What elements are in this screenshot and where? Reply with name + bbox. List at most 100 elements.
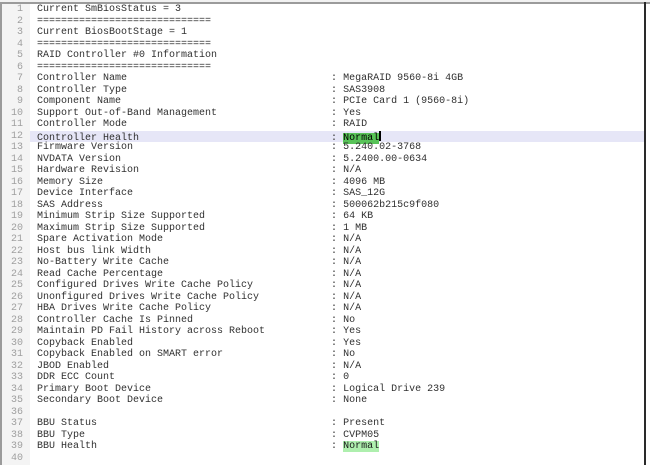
line-number[interactable]: 6: [2, 62, 30, 74]
code-line[interactable]: 25Configured Drives Write Cache Policy :…: [2, 280, 644, 292]
code-line[interactable]: 24Read Cache Percentage : N/A: [2, 269, 644, 281]
line-number[interactable]: 34: [2, 384, 30, 396]
code-line[interactable]: 28Controller Cache Is Pinned : No: [2, 315, 644, 327]
code-line[interactable]: 22Host bus link Width : N/A: [2, 246, 644, 258]
line-number[interactable]: 35: [2, 395, 30, 407]
line-number[interactable]: 39: [2, 441, 30, 453]
line-number[interactable]: 13: [2, 142, 30, 154]
line-number[interactable]: 38: [2, 430, 30, 442]
line-text: =============================: [30, 62, 644, 74]
code-line[interactable]: 35Secondary Boot Device : None: [2, 395, 644, 407]
code-line[interactable]: 1Current SmBiosStatus = 3: [2, 4, 644, 16]
code-line[interactable]: 7Controller Name : MegaRAID 9560-8i 4GB: [2, 73, 644, 85]
code-line[interactable]: 15Hardware Revision : N/A: [2, 165, 644, 177]
line-number[interactable]: 24: [2, 269, 30, 281]
line-number[interactable]: 28: [2, 315, 30, 327]
line-number[interactable]: 22: [2, 246, 30, 258]
code-line[interactable]: 2=============================: [2, 16, 644, 28]
code-line[interactable]: 38BBU Type : CVPM05: [2, 430, 644, 442]
code-line[interactable]: 23No-Battery Write Cache : N/A: [2, 257, 644, 269]
code-line[interactable]: 17Device Interface : SAS_12G: [2, 188, 644, 200]
line-text: Controller Mode : RAID: [30, 119, 644, 131]
line-text: Maximum Strip Size Supported : 1 MB: [30, 223, 644, 235]
line-text: RAID Controller #0 Information: [30, 50, 644, 62]
line-text: BBU Status : Present: [30, 418, 644, 430]
line-text: Read Cache Percentage : N/A: [30, 269, 644, 281]
line-number[interactable]: 25: [2, 280, 30, 292]
code-line[interactable]: 21Spare Activation Mode : N/A: [2, 234, 644, 246]
line-number[interactable]: 3: [2, 27, 30, 39]
line-number[interactable]: 14: [2, 154, 30, 166]
line-number[interactable]: 26: [2, 292, 30, 304]
line-number[interactable]: 40: [2, 453, 30, 465]
line-number[interactable]: 11: [2, 119, 30, 131]
line-number[interactable]: 29: [2, 326, 30, 338]
code-line[interactable]: 11Controller Mode : RAID: [2, 119, 644, 131]
line-text: [30, 453, 644, 465]
line-number[interactable]: 18: [2, 200, 30, 212]
line-text: Controller Type : SAS3908: [30, 85, 644, 97]
line-text: Current BiosBootStage = 1: [30, 27, 644, 39]
line-text: =============================: [30, 39, 644, 51]
code-line[interactable]: 5RAID Controller #0 Information: [2, 50, 644, 62]
code-line[interactable]: 16Memory Size : 4096 MB: [2, 177, 644, 189]
line-number[interactable]: 2: [2, 16, 30, 28]
line-number[interactable]: 15: [2, 165, 30, 177]
code-line[interactable]: 37BBU Status : Present: [2, 418, 644, 430]
matched-text: Normal: [343, 441, 379, 452]
code-line[interactable]: 26Unonfigured Drives Write Cache Policy …: [2, 292, 644, 304]
line-text: Hardware Revision : N/A: [30, 165, 644, 177]
line-number[interactable]: 9: [2, 96, 30, 108]
code-line[interactable]: 33DDR ECC Count : 0: [2, 372, 644, 384]
code-line[interactable]: 29Maintain PD Fail History across Reboot…: [2, 326, 644, 338]
code-line[interactable]: 6=============================: [2, 62, 644, 74]
line-number[interactable]: 1: [2, 4, 30, 16]
line-number[interactable]: 21: [2, 234, 30, 246]
code-line[interactable]: 14NVDATA Version : 5.2400.00-0634: [2, 154, 644, 166]
code-line[interactable]: 9Component Name : PCIe Card 1 (9560-8i): [2, 96, 644, 108]
line-text: Copyback Enabled on SMART error : No: [30, 349, 644, 361]
line-text: Controller Cache Is Pinned : No: [30, 315, 644, 327]
line-number[interactable]: 8: [2, 85, 30, 97]
code-line[interactable]: 3Current BiosBootStage = 1: [2, 27, 644, 39]
line-number[interactable]: 31: [2, 349, 30, 361]
code-line[interactable]: 32JBOD Enabled : N/A: [2, 361, 644, 373]
code-line[interactable]: 8Controller Type : SAS3908: [2, 85, 644, 97]
line-text: [30, 407, 644, 419]
code-line[interactable]: 30Copyback Enabled : Yes: [2, 338, 644, 350]
line-number[interactable]: 37: [2, 418, 30, 430]
code-line[interactable]: 20Maximum Strip Size Supported : 1 MB: [2, 223, 644, 235]
line-number[interactable]: 7: [2, 73, 30, 85]
line-text: Device Interface : SAS_12G: [30, 188, 644, 200]
code-line[interactable]: 4=============================: [2, 39, 644, 51]
editor[interactable]: 1Current SmBiosStatus = 32==============…: [2, 4, 644, 465]
code-line[interactable]: 36: [2, 407, 644, 419]
line-number[interactable]: 5: [2, 50, 30, 62]
line-number[interactable]: 19: [2, 211, 30, 223]
code-line[interactable]: 12Controller Health : Normal: [2, 131, 644, 143]
line-number[interactable]: 20: [2, 223, 30, 235]
line-number[interactable]: 30: [2, 338, 30, 350]
code-line[interactable]: 39BBU Health : Normal: [2, 441, 644, 453]
line-number[interactable]: 16: [2, 177, 30, 189]
code-line[interactable]: 13Firmware Version : 5.240.02-3768: [2, 142, 644, 154]
line-number[interactable]: 32: [2, 361, 30, 373]
code-line[interactable]: 10Support Out-of-Band Management : Yes: [2, 108, 644, 120]
line-text: DDR ECC Count : 0: [30, 372, 644, 384]
code-line[interactable]: 27HBA Drives Write Cache Policy : N/A: [2, 303, 644, 315]
code-line[interactable]: 40: [2, 453, 644, 465]
code-line[interactable]: 31Copyback Enabled on SMART error : No: [2, 349, 644, 361]
code-line[interactable]: 19Minimum Strip Size Supported : 64 KB: [2, 211, 644, 223]
line-number[interactable]: 33: [2, 372, 30, 384]
code-line[interactable]: 34Primary Boot Device : Logical Drive 23…: [2, 384, 644, 396]
line-number[interactable]: 17: [2, 188, 30, 200]
line-number[interactable]: 36: [2, 407, 30, 419]
line-number[interactable]: 4: [2, 39, 30, 51]
line-number[interactable]: 12: [2, 131, 30, 143]
line-text: Controller Health : Normal: [30, 131, 644, 143]
line-number[interactable]: 10: [2, 108, 30, 120]
line-text: Primary Boot Device : Logical Drive 239: [30, 384, 644, 396]
line-number[interactable]: 27: [2, 303, 30, 315]
code-line[interactable]: 18SAS Address : 500062b215c9f080: [2, 200, 644, 212]
line-number[interactable]: 23: [2, 257, 30, 269]
